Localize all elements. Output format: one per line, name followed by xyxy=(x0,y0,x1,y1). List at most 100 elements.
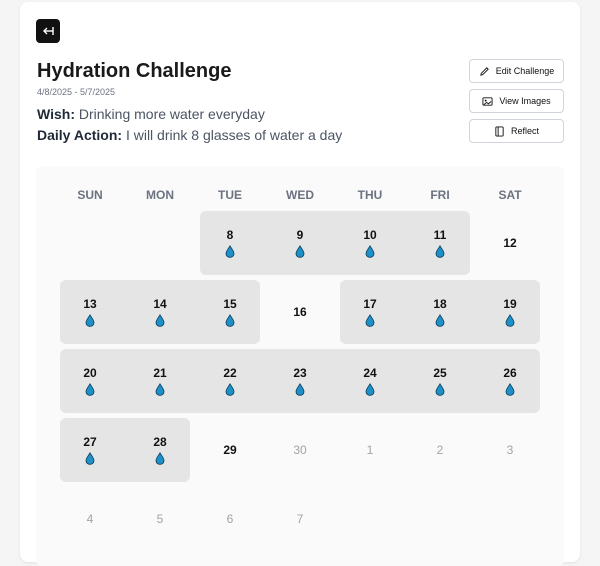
calendar-day[interactable]: 25 xyxy=(410,356,470,406)
day-number: 24 xyxy=(363,366,377,380)
wish-text: Drinking more water everyday xyxy=(78,106,265,122)
calendar-day[interactable]: 29 xyxy=(200,425,260,475)
page-title: Hydration Challenge xyxy=(37,60,232,82)
calendar-day[interactable]: 22 xyxy=(200,356,260,406)
day-number: 20 xyxy=(83,366,97,380)
calendar-day[interactable]: 21 xyxy=(130,356,190,406)
calendar-day[interactable]: 28 xyxy=(130,425,190,475)
water-drop-icon xyxy=(435,245,445,258)
day-number: 16 xyxy=(293,305,307,319)
calendar-day[interactable]: 20 xyxy=(60,356,120,406)
day-number: 2 xyxy=(436,443,444,457)
calendar-day[interactable]: 10 xyxy=(340,218,400,268)
water-drop-icon xyxy=(295,245,305,258)
calendar-day[interactable]: 26 xyxy=(480,356,540,406)
water-drop-icon xyxy=(435,314,445,327)
water-drop-icon xyxy=(225,314,235,327)
daily-action-label: Daily Action: xyxy=(37,127,123,143)
day-number: 1 xyxy=(366,443,374,457)
calendar-day[interactable]: 6 xyxy=(200,494,260,544)
view-images-label: View Images xyxy=(499,96,551,106)
calendar-day[interactable]: 17 xyxy=(340,287,400,337)
weekday-sat: SAT xyxy=(498,188,522,202)
wish-label: Wish: xyxy=(37,106,75,122)
book-icon xyxy=(495,125,504,137)
water-drop-icon xyxy=(85,383,95,396)
day-number: 23 xyxy=(293,366,307,380)
water-drop-icon xyxy=(155,452,165,465)
calendar-day[interactable]: 13 xyxy=(60,287,120,337)
calendar-day[interactable]: 2 xyxy=(410,425,470,475)
day-number: 26 xyxy=(503,366,517,380)
daily-action-text: I will drink 8 glasses of water a day xyxy=(125,127,343,143)
arrow-left-to-line-icon xyxy=(43,27,54,35)
day-number: 5 xyxy=(156,512,164,526)
day-number: 17 xyxy=(363,297,377,311)
day-number: 15 xyxy=(223,297,237,311)
calendar-day[interactable]: 11 xyxy=(410,218,470,268)
water-drop-icon xyxy=(155,314,165,327)
day-number: 10 xyxy=(363,228,377,242)
reflect-button[interactable]: Reflect xyxy=(469,119,564,143)
calendar-day[interactable]: 12 xyxy=(480,218,540,268)
calendar-day[interactable]: 23 xyxy=(270,356,330,406)
weekday-wed: WED xyxy=(286,188,314,202)
image-icon xyxy=(482,96,493,106)
back-button[interactable] xyxy=(36,19,60,43)
day-number: 30 xyxy=(293,443,307,457)
day-number: 29 xyxy=(223,443,237,457)
day-number: 6 xyxy=(226,512,234,526)
calendar-day[interactable]: 1 xyxy=(340,425,400,475)
weekday-fri: FRI xyxy=(430,188,450,202)
water-drop-icon xyxy=(365,383,375,396)
weekday-sun: SUN xyxy=(77,188,103,202)
water-drop-icon xyxy=(85,452,95,465)
weekday-mon: MON xyxy=(146,188,174,202)
weekday-tue: TUE xyxy=(218,188,242,202)
calendar-day[interactable]: 8 xyxy=(200,218,260,268)
day-number: 18 xyxy=(433,297,447,311)
edit-challenge-label: Edit Challenge xyxy=(495,66,555,76)
day-number: 14 xyxy=(153,297,167,311)
day-number: 8 xyxy=(226,228,234,242)
day-number: 21 xyxy=(153,366,167,380)
day-number: 11 xyxy=(433,228,447,242)
water-drop-icon xyxy=(505,383,515,396)
water-drop-icon xyxy=(505,314,515,327)
water-drop-icon xyxy=(155,383,165,396)
day-number: 4 xyxy=(86,512,94,526)
calendar-day[interactable]: 4 xyxy=(60,494,120,544)
water-drop-icon xyxy=(225,245,235,258)
day-number: 27 xyxy=(83,435,97,449)
edit-challenge-button[interactable]: Edit Challenge xyxy=(469,59,564,83)
water-drop-icon xyxy=(435,383,445,396)
view-images-button[interactable]: View Images xyxy=(469,89,564,113)
calendar-day[interactable]: 27 xyxy=(60,425,120,475)
weekday-thu: THU xyxy=(357,188,383,202)
challenge-dates: 4/8/2025 - 5/7/2025 xyxy=(37,87,116,97)
calendar-day[interactable]: 15 xyxy=(200,287,260,337)
day-number: 12 xyxy=(503,236,517,250)
water-drop-icon xyxy=(365,314,375,327)
day-number: 25 xyxy=(433,366,447,380)
reflect-label: Reflect xyxy=(510,126,539,136)
day-number: 22 xyxy=(223,366,237,380)
calendar-day[interactable]: 16 xyxy=(270,287,330,337)
calendar-day[interactable]: 19 xyxy=(480,287,540,337)
pencil-icon xyxy=(479,66,489,76)
day-number: 19 xyxy=(503,297,517,311)
daily-action-line: Daily Action: I will drink 8 glasses of … xyxy=(37,127,342,143)
calendar-day[interactable]: 3 xyxy=(480,425,540,475)
calendar-day[interactable]: 30 xyxy=(270,425,330,475)
day-number: 9 xyxy=(296,228,304,242)
calendar-day[interactable]: 9 xyxy=(270,218,330,268)
water-drop-icon xyxy=(365,245,375,258)
calendar-day[interactable]: 5 xyxy=(130,494,190,544)
calendar-day[interactable]: 14 xyxy=(130,287,190,337)
calendar-day[interactable]: 24 xyxy=(340,356,400,406)
calendar-day[interactable]: 18 xyxy=(410,287,470,337)
day-number: 28 xyxy=(153,435,167,449)
water-drop-icon xyxy=(85,314,95,327)
calendar-day[interactable]: 7 xyxy=(270,494,330,544)
day-number: 3 xyxy=(506,443,514,457)
